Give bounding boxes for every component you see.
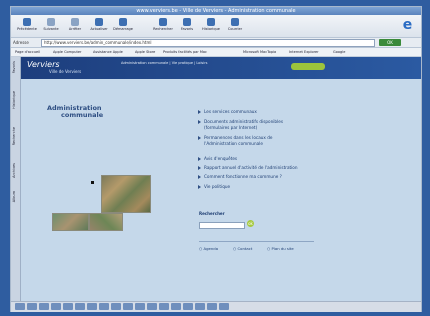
search-label: Rechercher bbox=[199, 211, 225, 216]
address-label: Adresse bbox=[13, 40, 29, 45]
address-bar: Adresse http://www.verviers.be/admin_com… bbox=[11, 38, 421, 48]
footer-link-agenda[interactable]: Agenda bbox=[199, 246, 219, 251]
sidebar-tab-search[interactable]: Recherche bbox=[12, 127, 16, 145]
menu-link-vie-politique[interactable]: Vie politique bbox=[198, 184, 230, 190]
explorer-sidebar: Favoris Historique Recherche Archives Al… bbox=[11, 57, 21, 301]
status-bar bbox=[11, 301, 421, 312]
site-logo-subtitle: Ville de Verviers bbox=[49, 69, 82, 74]
site-logo[interactable]: Verviers bbox=[27, 60, 60, 69]
town-photo-small-left bbox=[52, 213, 89, 231]
dock-item[interactable] bbox=[51, 303, 61, 310]
link-mactopia[interactable]: Microsoft MacTopia bbox=[243, 49, 276, 55]
dock-item[interactable] bbox=[171, 303, 181, 310]
mail-icon bbox=[231, 18, 239, 26]
dock-item[interactable] bbox=[39, 303, 49, 310]
dock-item[interactable] bbox=[147, 303, 157, 310]
home-button[interactable]: Démarrage bbox=[111, 17, 135, 35]
dock-item[interactable] bbox=[75, 303, 85, 310]
mail-button[interactable]: Courrier bbox=[223, 17, 247, 35]
arrow-icon bbox=[198, 136, 201, 140]
title-bar[interactable]: www.verviers.be - Ville de Verviers - Ad… bbox=[11, 7, 421, 15]
mouse-cursor bbox=[91, 181, 94, 184]
footer-divider bbox=[199, 241, 314, 242]
menu-link-documents-sub[interactable]: (formulaires par Internet) bbox=[198, 125, 257, 131]
dock-item[interactable] bbox=[123, 303, 133, 310]
menu-link-enquetes[interactable]: Avis d'enquêtes bbox=[198, 156, 237, 162]
url-input[interactable]: http://www.verviers.be/admin_communale/i… bbox=[41, 39, 375, 47]
link-home[interactable]: Page d'accueil bbox=[15, 49, 40, 55]
sidebar-tab-archives[interactable]: Archives bbox=[12, 163, 16, 178]
dock-item[interactable] bbox=[219, 303, 229, 310]
dock-item[interactable] bbox=[195, 303, 205, 310]
arrow-icon bbox=[198, 175, 201, 179]
dock-item[interactable] bbox=[159, 303, 169, 310]
history-button[interactable]: Historique bbox=[199, 17, 223, 35]
favorites-icon bbox=[183, 18, 191, 26]
forward-button[interactable]: Suivante bbox=[39, 17, 63, 35]
web-content: Verviers Ville de Verviers Administratio… bbox=[21, 57, 421, 301]
sidebar-tab-album[interactable]: Album bbox=[12, 191, 16, 202]
history-icon bbox=[207, 18, 215, 26]
back-arrow-icon bbox=[23, 18, 31, 26]
dock-item[interactable] bbox=[27, 303, 37, 310]
menu-link-fonctionnement[interactable]: Comment fonctionne ma commune ? bbox=[198, 174, 282, 180]
forward-arrow-icon bbox=[47, 18, 55, 26]
link-google[interactable]: Google bbox=[333, 49, 345, 55]
menu-link-services[interactable]: Les services communaux bbox=[198, 109, 257, 115]
browser-window: www.verviers.be - Ville de Verviers - Ad… bbox=[10, 6, 422, 312]
window-title: www.verviers.be - Ville de Verviers - Ad… bbox=[136, 8, 296, 14]
arrow-icon bbox=[198, 185, 201, 189]
header-action-button[interactable] bbox=[291, 63, 325, 70]
go-button[interactable]: OK bbox=[379, 39, 401, 46]
dock-item[interactable] bbox=[111, 303, 121, 310]
stop-icon bbox=[71, 18, 79, 26]
search-go-button[interactable]: ok bbox=[247, 220, 254, 227]
sidebar-tab-history[interactable]: Historique bbox=[12, 91, 16, 109]
refresh-icon bbox=[95, 18, 103, 26]
link-apple-support[interactable]: Assistance Apple bbox=[93, 49, 123, 55]
arrow-icon bbox=[198, 166, 201, 170]
ie-logo-icon: e bbox=[402, 17, 413, 33]
search-icon bbox=[159, 18, 167, 26]
dock-item[interactable] bbox=[183, 303, 193, 310]
dock-item[interactable] bbox=[87, 303, 97, 310]
town-photo-large bbox=[101, 175, 151, 213]
footer-link-sitemap[interactable]: Plan du site bbox=[267, 246, 294, 251]
sidebar-tab-favorites[interactable]: Favoris bbox=[12, 61, 16, 73]
stop-button[interactable]: Arrêter bbox=[63, 17, 87, 35]
links-bar: Page d'accueil Apple Computer Assistance… bbox=[11, 48, 421, 57]
arrow-icon bbox=[198, 157, 201, 161]
search-button[interactable]: Rechercher bbox=[151, 17, 175, 35]
dock-item[interactable] bbox=[207, 303, 217, 310]
dock-item[interactable] bbox=[15, 303, 25, 310]
arrow-icon bbox=[198, 110, 201, 114]
home-icon bbox=[119, 18, 127, 26]
link-ie[interactable]: Internet Explorer bbox=[289, 49, 319, 55]
dock-item[interactable] bbox=[99, 303, 109, 310]
dock-item[interactable] bbox=[135, 303, 145, 310]
favorites-button[interactable]: Favoris bbox=[175, 17, 199, 35]
footer-link-contact[interactable]: Contact bbox=[233, 246, 253, 251]
menu-link-rapport[interactable]: Rapport annuel d'activité de l'administr… bbox=[198, 165, 298, 171]
browser-toolbar: Précédente Suivante Arrêter Actualiser D… bbox=[11, 15, 421, 38]
link-apple-store[interactable]: Apple Store bbox=[135, 49, 155, 55]
menu-link-permanences-sub[interactable]: l'Administration communale bbox=[198, 141, 263, 147]
page-title: Administration communale bbox=[47, 104, 104, 119]
arrow-icon bbox=[198, 120, 201, 124]
search-input[interactable] bbox=[199, 222, 245, 229]
refresh-button[interactable]: Actualiser bbox=[87, 17, 111, 35]
link-mac-products[interactable]: Produits facilités par Mac bbox=[163, 49, 207, 55]
site-header: Verviers Ville de Verviers Administratio… bbox=[21, 57, 421, 79]
link-apple[interactable]: Apple Computer bbox=[53, 49, 81, 55]
dock-item[interactable] bbox=[63, 303, 73, 310]
site-nav[interactable]: Administration communale | Vie pratique … bbox=[121, 61, 207, 65]
back-button[interactable]: Précédente bbox=[15, 17, 39, 35]
town-photo-small-right bbox=[89, 213, 123, 231]
